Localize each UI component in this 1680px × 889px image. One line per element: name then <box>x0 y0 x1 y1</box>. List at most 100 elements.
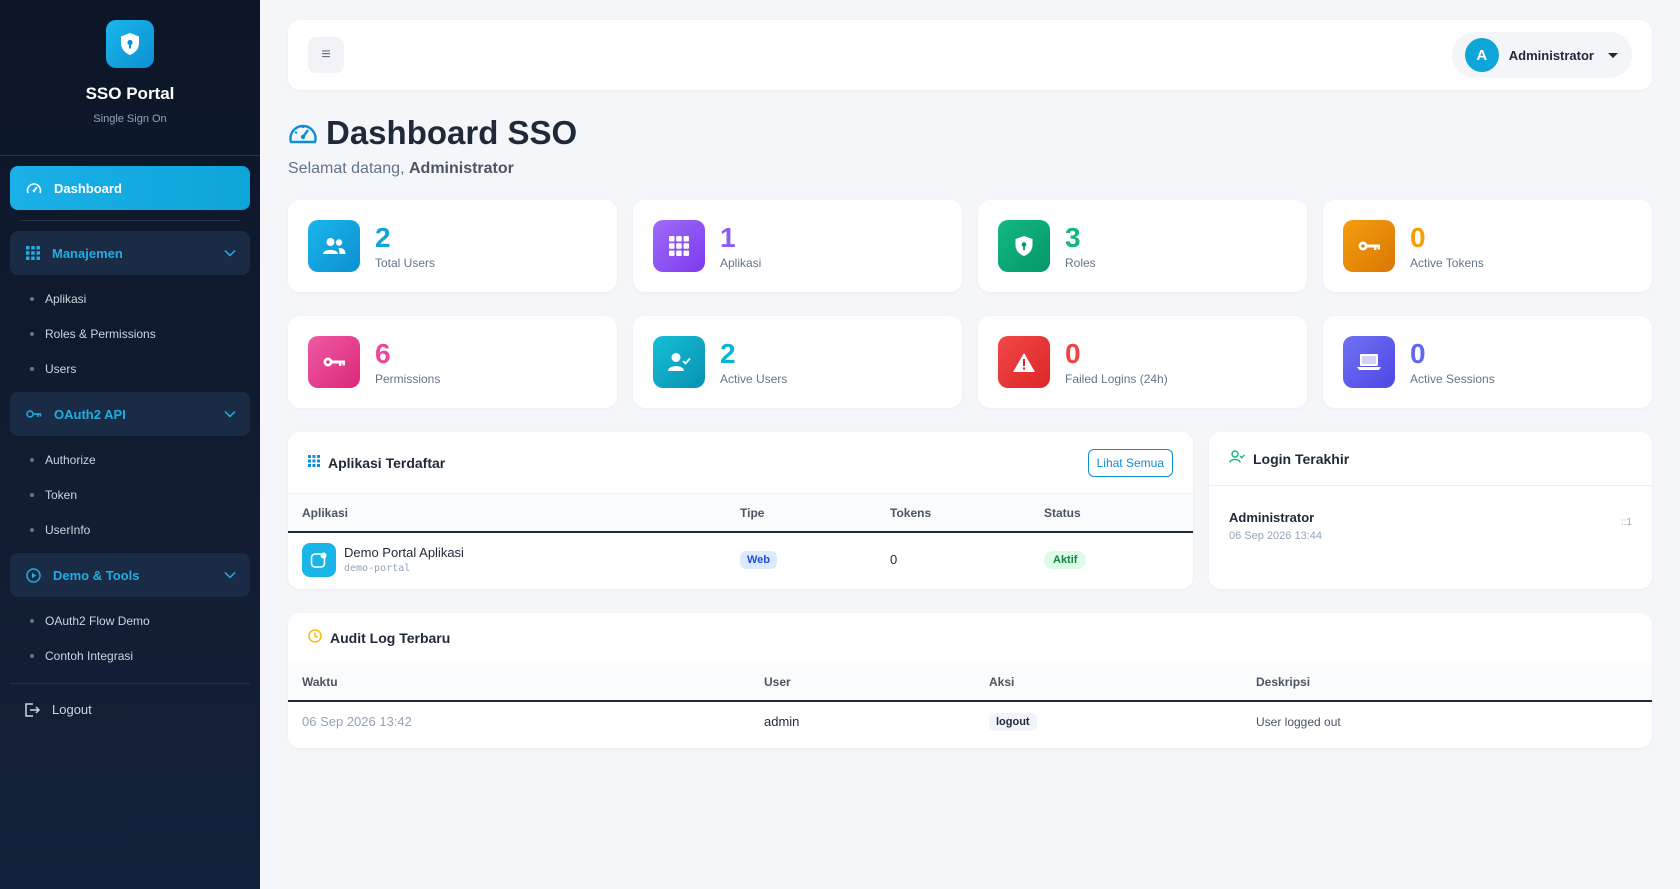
stat-card-active-users: 2 Active Users <box>633 316 962 408</box>
type-cell: Web <box>726 532 876 586</box>
bullet-icon <box>30 527 34 532</box>
sidebar-item-label: Token <box>45 487 78 502</box>
sidebar-item-roles-permissions[interactable]: Roles & Permissions <box>10 316 250 351</box>
brand-title: SSO Portal <box>85 84 175 103</box>
stat-card-permissions: 6 Permissions <box>288 316 617 408</box>
column-header: Tokens <box>876 494 1030 533</box>
sidebar-item-users[interactable]: Users <box>10 351 250 386</box>
key-icon <box>1343 220 1395 272</box>
bullet-icon <box>30 653 34 658</box>
apps-card-header: Aplikasi Terdaftar Lihat Semua <box>288 432 1193 494</box>
sidebar-group-label: Manajemen <box>52 245 123 261</box>
user-check-icon <box>653 336 705 388</box>
sidebar-item-label: Users <box>45 361 77 376</box>
bullet-icon <box>30 618 34 623</box>
sidebar-item-token[interactable]: Token <box>10 477 250 512</box>
list-item: Administrator 06 Sep 2026 13:44 ::1 <box>1209 486 1652 542</box>
table-row[interactable]: Demo Portal Aplikasi demo-portal Web 0 A… <box>288 532 1193 586</box>
stat-card-roles: 3 Roles <box>978 200 1307 292</box>
brand: SSO Portal Single Sign On <box>0 0 260 156</box>
page-title: Dashboard SSO <box>288 114 1652 152</box>
apps-card: Aplikasi Terdaftar Lihat Semua Aplikasi … <box>288 432 1193 589</box>
column-header: Tipe <box>726 494 876 533</box>
column-header: Aksi <box>975 663 1242 702</box>
stat-label: Active Users <box>720 371 788 386</box>
type-badge: Web <box>740 550 778 569</box>
sidebar-group-oauth2-api[interactable]: OAuth2 API <box>10 392 250 436</box>
bullet-icon <box>30 492 34 497</box>
table-row[interactable]: 06 Sep 2026 13:42 admin logout User logg… <box>288 701 1652 741</box>
audit-description: User logged out <box>1256 714 1341 729</box>
sidebar-item-label: UserInfo <box>45 522 91 537</box>
status-badge: Aktif <box>1044 550 1087 569</box>
welcome-prefix: Selamat datang, <box>288 160 405 177</box>
column-header: Aplikasi <box>288 494 726 533</box>
sidebar: SSO Portal Single Sign On Dashboard Mana… <box>0 0 260 889</box>
bullet-icon <box>30 296 34 301</box>
apps-table: Aplikasi Tipe Tokens Status Demo Portal … <box>288 494 1193 586</box>
sidebar-sublist: OAuth2 Flow Demo Contoh Integrasi <box>10 597 250 683</box>
column-header: User <box>750 663 975 702</box>
bullet-icon <box>30 331 34 336</box>
grid-icon <box>653 220 705 272</box>
menu-toggle-button[interactable]: ≡ <box>308 37 344 73</box>
sidebar-item-contoh-integrasi[interactable]: Contoh Integrasi <box>10 638 250 673</box>
login-user: Administrator <box>1229 510 1315 525</box>
welcome-text: Selamat datang, Administrator <box>288 160 1652 178</box>
brand-subtitle: Single Sign On <box>93 113 167 125</box>
stat-value: 0 <box>1410 221 1426 253</box>
stat-value: 0 <box>1065 337 1081 369</box>
user-menu-dropdown[interactable]: A Administrator <box>1451 32 1632 78</box>
sidebar-item-authorize[interactable]: Authorize <box>10 442 250 477</box>
app-code: demo-portal <box>344 563 411 574</box>
stat-value: 1 <box>720 221 736 253</box>
sidebar-item-oauth2-flow-demo[interactable]: OAuth2 Flow Demo <box>10 603 250 638</box>
avatar: A <box>1464 38 1499 72</box>
shield-icon <box>998 220 1050 272</box>
sidebar-item-aplikasi[interactable]: Aplikasi <box>10 281 250 316</box>
stats-grid: 2 Total Users 1 Aplikasi 3 Roles 0 Activ… <box>288 200 1652 408</box>
login-ip: ::1 <box>1620 517 1632 528</box>
sidebar-item-label: OAuth2 Flow Demo <box>45 613 150 628</box>
sidebar-group-manajemen[interactable]: Manajemen <box>10 231 250 275</box>
audit-log-header: Audit Log Terbaru <box>288 613 1652 663</box>
sidebar-item-userinfo[interactable]: UserInfo <box>10 512 250 547</box>
audit-user: admin <box>764 714 800 729</box>
stat-label: Aplikasi <box>720 255 762 270</box>
page-title-text: Dashboard SSO <box>326 114 578 151</box>
key-icon <box>308 336 360 388</box>
chevron-down-icon <box>224 571 236 579</box>
welcome-name: Administrator <box>408 160 514 177</box>
view-all-button[interactable]: Lihat Semua <box>1087 448 1173 477</box>
tokens-cell: 0 <box>890 552 898 567</box>
stat-card-active-tokens: 0 Active Tokens <box>1323 200 1652 292</box>
stat-value: 2 <box>375 221 391 253</box>
audit-time: 06 Sep 2026 13:42 <box>302 714 412 729</box>
stat-value: 6 <box>375 337 391 369</box>
sidebar-group-demo-tools[interactable]: Demo & Tools <box>10 553 250 597</box>
apps-card-title: Aplikasi Terdaftar <box>328 454 446 471</box>
action-badge: logout <box>989 712 1037 731</box>
table-header-row: Waktu User Aksi Deskripsi <box>288 663 1652 702</box>
user-check-icon <box>1229 449 1246 468</box>
user-name: Administrator <box>1508 47 1594 63</box>
divider <box>20 220 240 221</box>
sidebar-item-dashboard[interactable]: Dashboard <box>10 166 250 210</box>
grid-icon <box>308 454 320 472</box>
clock-icon <box>308 628 322 648</box>
recent-login-title: Login Terakhir <box>1253 450 1350 467</box>
stat-value: 3 <box>1065 221 1081 253</box>
stat-card-aplikasi: 1 Aplikasi <box>633 200 962 292</box>
bullet-icon <box>30 457 34 462</box>
main-content: ≡ A Administrator Dashboard SSO Selamat … <box>288 20 1652 748</box>
logout-button[interactable]: Logout <box>10 683 250 717</box>
sidebar-group-label: Demo & Tools <box>53 567 140 583</box>
shield-lock-icon <box>106 20 154 68</box>
bullet-icon <box>30 366 34 371</box>
key-icon <box>26 409 42 419</box>
table-header-row: Aplikasi Tipe Tokens Status <box>288 494 1193 533</box>
audit-table: Waktu User Aksi Deskripsi 06 Sep 2026 13… <box>288 663 1652 741</box>
sidebar-item-label: Contoh Integrasi <box>45 648 134 663</box>
audit-log-card: Audit Log Terbaru Waktu User Aksi Deskri… <box>288 613 1652 748</box>
sidebar-item-label: Aplikasi <box>45 291 87 306</box>
